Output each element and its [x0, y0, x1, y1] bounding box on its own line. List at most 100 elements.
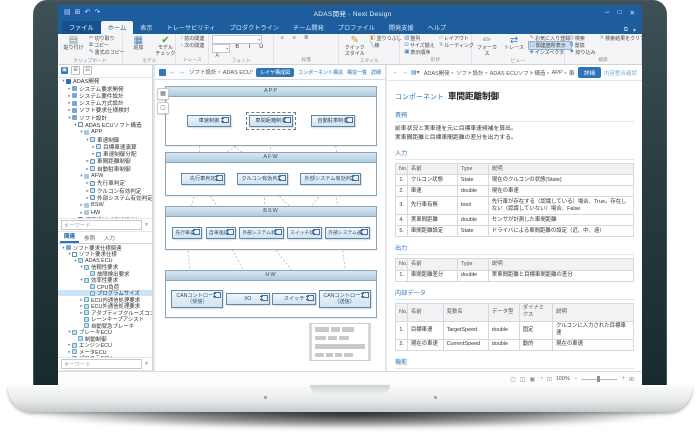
overview-icon[interactable]: ▢ [157, 102, 169, 114]
breadcrumb-item[interactable]: ソフト設計 [189, 68, 217, 76]
search-input[interactable]: キーワード [61, 220, 143, 231]
relation-filter-icon[interactable]: ▼ [144, 361, 149, 367]
expand-all-icon[interactable]: ⊞ [71, 66, 80, 76]
collapse-all-icon[interactable]: ⊟ [83, 66, 92, 76]
ribbon-tab[interactable]: プロダクトライン [223, 21, 287, 34]
zoom-in-icon[interactable]: + [621, 376, 625, 382]
layer-container[interactable]: AFW 先行車判定 クルコン有効判定 外部システム有効判定 [165, 152, 377, 196]
detach-icon[interactable]: ⊡ [547, 376, 552, 383]
responsibility-text[interactable]: 前車状況と実車速を元に目標車速候補を算出。 実車間距離と目標車間距離の差分を出力… [395, 125, 634, 142]
component-block[interactable]: 自車速認識 [205, 226, 236, 240]
ribbon-button[interactable]: U [256, 44, 266, 51]
navigator-lower-tab[interactable]: 入力 [100, 233, 119, 243]
view-grid-icon[interactable]: ▣ [530, 376, 536, 383]
ribbon-button[interactable]: ✂ 切り取り [88, 35, 126, 42]
diagram-panel-icon[interactable] [159, 68, 166, 76]
table-row[interactable]: 1. 目標車速 TargetSpeed double 固定 クルコンに入力された… [395, 320, 634, 340]
ribbon-button[interactable]: ⊡ サイズ揃え [403, 42, 435, 49]
breadcrumb-item[interactable]: ADAS ECUソフト構造 [223, 68, 253, 76]
detail-back-icon[interactable]: ← [392, 69, 399, 76]
fit-to-screen-icon[interactable]: ⊞ [629, 376, 634, 383]
navigator-lower-tab[interactable]: 参照 [80, 233, 99, 243]
ribbon-button[interactable]: ▣ 表示順序 [403, 49, 435, 56]
ribbon-button[interactable]: ✏ フォーカス [475, 35, 500, 57]
relation-search-input[interactable]: キーワード [61, 359, 143, 369]
ribbon-button[interactable]: ⧉ コピー [88, 42, 126, 49]
model-navigator-icon[interactable]: ▣ [61, 67, 68, 75]
navigator-lower-tab[interactable]: 関連 [60, 231, 80, 244]
component-block[interactable]: 外部システム有効判定 [299, 172, 362, 186]
diagram-view-tab[interactable]: 詳細 [371, 69, 381, 76]
ribbon-button[interactable] [212, 35, 263, 44]
component-block[interactable]: クルコン有効判定 [236, 172, 288, 186]
component-block[interactable]: 車速制御 [187, 114, 231, 128]
table-row[interactable]: 2. 車速 double 現在の車速 [395, 185, 635, 198]
table-row[interactable]: 1. クルコン状態 State 現在のクルコンの状態(State) [395, 174, 635, 187]
ribbon-options-icon[interactable]: ▾ [633, 27, 636, 34]
component-block[interactable]: 車間距離制御 [246, 111, 296, 131]
ribbon-button[interactable]: ╲ 線 [369, 42, 402, 49]
component-block[interactable]: I/O [225, 292, 270, 306]
component-block[interactable]: 外部システム通知 [325, 226, 370, 240]
ribbon-tab[interactable]: 開発支援 [382, 21, 421, 34]
consistency-check-link[interactable]: 内容整合確認 [604, 69, 637, 77]
switch-view-icon[interactable]: ⧉ [624, 27, 628, 34]
ribbon-button[interactable]: B [232, 44, 242, 51]
component-block[interactable]: CANコントローラ （送信） [318, 289, 371, 309]
ribbon-button[interactable]: ⇅ 置換 [568, 42, 596, 49]
component-block[interactable]: 先行車認識 [172, 226, 203, 240]
component-block[interactable]: スイッチ状態 [287, 226, 322, 240]
ribbon-button[interactable]: ▥ 整列 [403, 35, 435, 42]
diagram-view-tab[interactable]: レイヤ構成図 [256, 67, 294, 77]
layer-container[interactable]: APP 車速制御 車間距離制御 自動駐車制御 [165, 86, 377, 146]
back-icon[interactable]: ← [169, 69, 176, 76]
tree-item[interactable]: ▸ 自動駐車制御 [58, 165, 152, 173]
detail-view-button[interactable]: 詳細 [577, 67, 601, 78]
ribbon-button[interactable]: ✕ 検索結果をクリア [599, 35, 642, 42]
ribbon-button[interactable]: ↑ 前の関連 [179, 35, 205, 42]
table-row[interactable]: 4. 実車間距離 double センサが計測した車間距離 [395, 214, 635, 227]
ribbon-tab[interactable]: 表示 [133, 21, 159, 34]
ribbon-button[interactable]: ▱ レイアウト [438, 35, 475, 42]
ribbon-button[interactable]: ◧ 塗りつぶし [369, 35, 402, 42]
zoom-slider[interactable] [581, 376, 618, 382]
ribbon-button[interactable]: ≣ [301, 35, 311, 42]
ribbon-tab[interactable]: ホーム [100, 21, 134, 34]
ribbon-button[interactable]: ▤ 貼り付け [61, 35, 86, 57]
zoom-slider-thumb[interactable] [597, 376, 601, 382]
component-block[interactable]: 外部システム状態 [239, 226, 284, 240]
zoom-out-icon[interactable]: − [574, 376, 578, 382]
ribbon-button[interactable]: ◎ 検索 [568, 35, 596, 42]
component-block[interactable]: 自動駐車制御 [311, 114, 355, 128]
ribbon-button[interactable]: ⇄ トレース [502, 35, 527, 57]
breadcrumb-item[interactable]: ADAS開発 [424, 69, 450, 77]
detail-forward-icon[interactable]: → [402, 69, 409, 76]
table-row[interactable]: 1. 車間距離差分 double 実車間距離と目標車間距離の差分 [395, 269, 635, 282]
save-icon[interactable]: ▤ [64, 5, 71, 21]
filter-icon[interactable]: ▼ [144, 222, 149, 228]
ribbon-button[interactable]: ✔ モデル チェック [153, 35, 178, 57]
ribbon-button[interactable]: ✎ 書式のコピー [88, 49, 126, 56]
ribbon-button[interactable]: ↯ ルーティング [438, 42, 475, 49]
view-single-icon[interactable]: ▢ [510, 376, 516, 383]
component-block[interactable]: スイッチ [272, 292, 317, 306]
view-split-icon[interactable]: ◫ [520, 376, 526, 383]
forward-icon[interactable]: → [179, 69, 186, 76]
document-icon[interactable]: ▤▾ [411, 69, 420, 76]
diagram-view-tab[interactable]: コンポーネント構造 [298, 69, 343, 76]
diagram-view-tab[interactable]: 構造一覧 [347, 69, 367, 76]
ribbon-button[interactable]: ✎ クイック スタイル [342, 35, 367, 57]
table-row[interactable]: 2. 現在の車速 CurrentSpeed double 動的 現在の車速 [395, 338, 634, 351]
ribbon-tab[interactable]: プロファイル [331, 21, 382, 34]
layer-container[interactable]: BSW 先行車認識 自車速認識 外部システム状態 スイッチ状態 外部システム通知 [165, 206, 377, 250]
diagram-canvas[interactable]: ▦ ▢ APP 車速制御 車間距離制御 自動駐車制御 AFW 先行車判定 クルコ… [155, 80, 385, 371]
component-block[interactable]: 先行車判定 [180, 172, 225, 186]
undo-icon[interactable]: ↶ [85, 5, 91, 21]
ribbon-tab[interactable]: ファイル [62, 21, 101, 34]
ribbon-button[interactable]: ↓ 次の関連 [179, 42, 205, 49]
component-block[interactable]: CANコントローラ （受信） [171, 289, 224, 309]
ribbon-button[interactable] [212, 44, 231, 53]
close-button[interactable]: ✕ [630, 9, 635, 17]
ribbon-tab[interactable]: ヘルプ [421, 21, 454, 34]
maximize-button[interactable]: □ [618, 9, 622, 17]
